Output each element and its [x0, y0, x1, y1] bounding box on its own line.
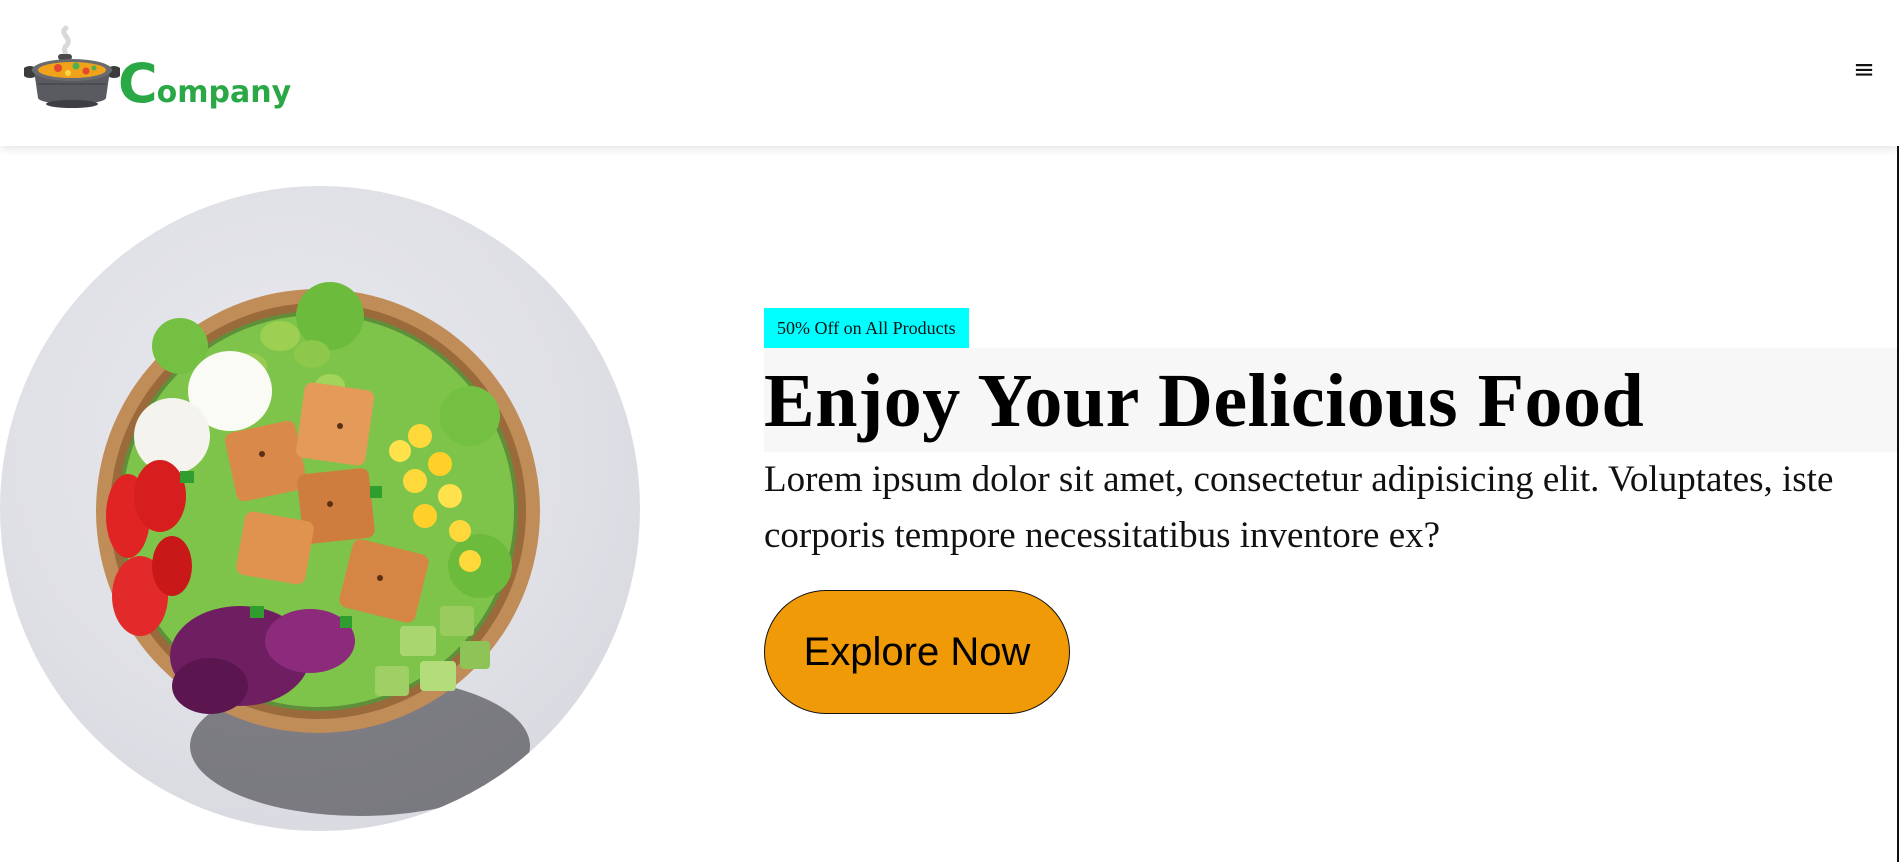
salad-bowl-image — [0, 186, 640, 831]
company-logo[interactable]: Company — [24, 24, 291, 115]
hero-description: Lorem ipsum dolor sit amet, consectetur … — [764, 459, 1834, 556]
site-header: Company ≡ — [0, 0, 1899, 146]
hamburger-menu-icon[interactable]: ≡ — [1850, 54, 1878, 86]
logo-initial: C — [118, 52, 158, 115]
company-name: Company — [118, 52, 291, 115]
hero-title: Enjoy Your Delicious Food — [764, 359, 1645, 443]
logo-wordmark: ompany — [156, 75, 292, 110]
promo-badge: 50% Off on All Products — [764, 308, 969, 348]
cooking-pot-icon — [24, 25, 120, 108]
explore-now-button[interactable]: Explore Now — [764, 590, 1070, 714]
salad-bowl-illustration — [96, 282, 540, 816]
